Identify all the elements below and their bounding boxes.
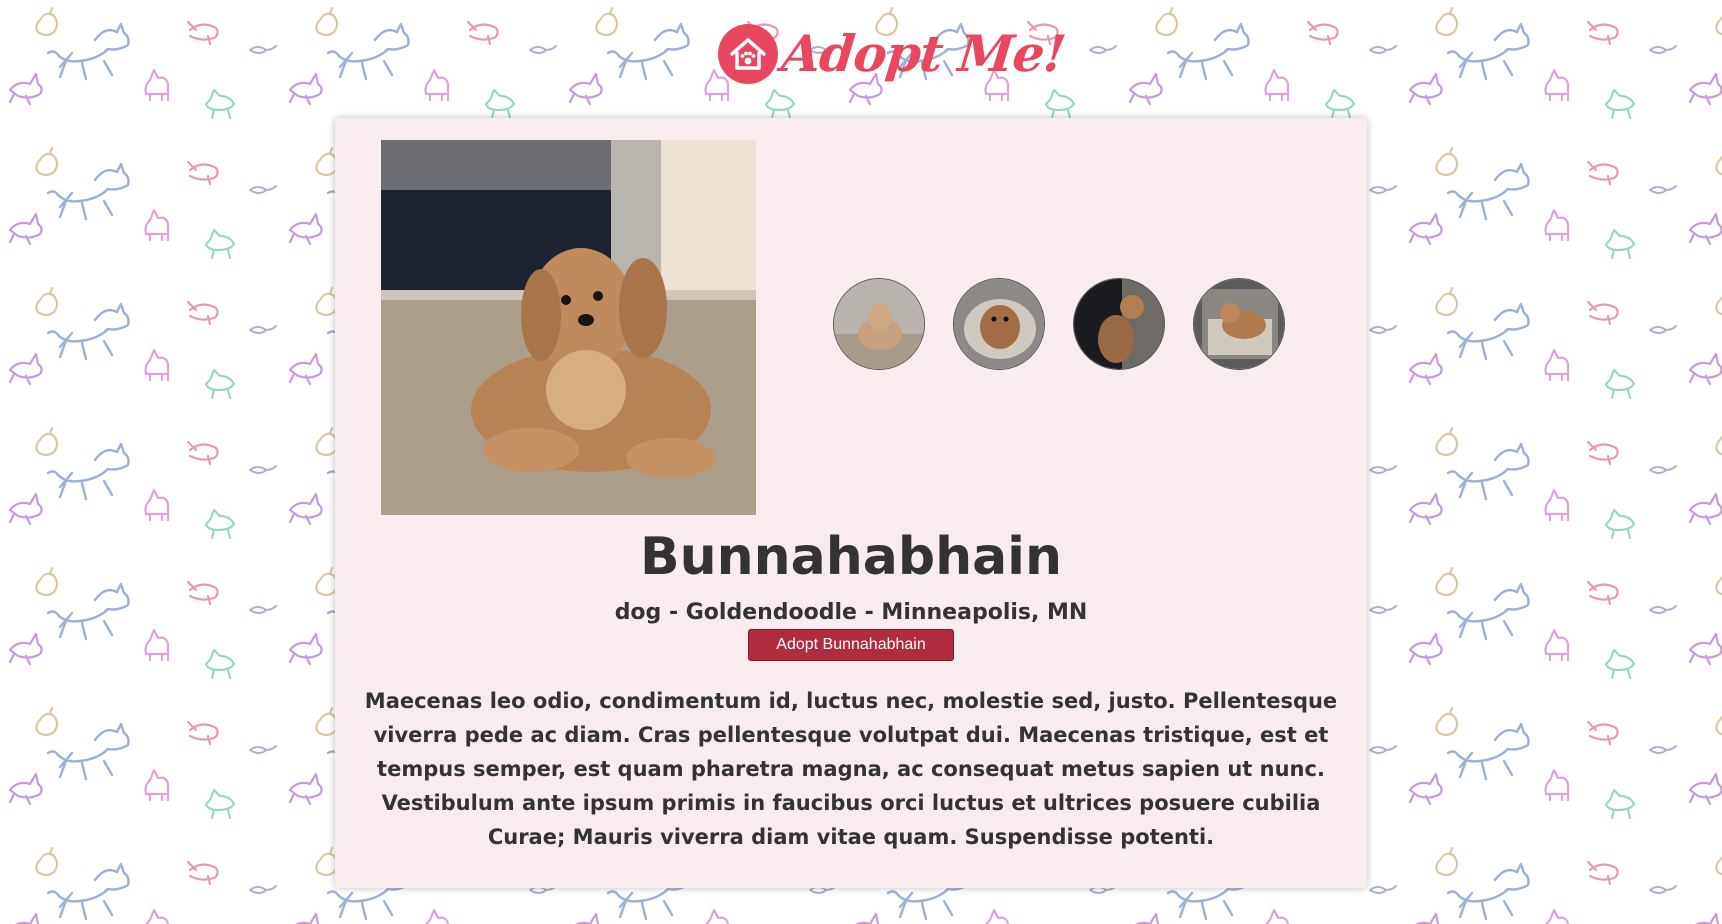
thumbnail-3[interactable] [1073,278,1165,370]
thumbnail-1[interactable] [833,278,925,370]
hero-pet-photo [381,140,756,515]
photo-thumbnails [833,278,1285,370]
site-header: Adopt Me! [0,0,1722,110]
logo-text: Adopt Me! [778,24,1068,83]
house-paw-icon [718,24,778,84]
home-logo-link[interactable]: Adopt Me! [718,24,1068,84]
adopt-button[interactable]: Adopt Bunnahabhain [748,629,954,661]
pet-name: Bunnahabhain [639,527,1063,587]
pet-meta: dog - Goldendoodle - Minneapolis, MN [614,600,1088,625]
thumbnail-2[interactable] [953,278,1045,370]
pet-details-card: Bunnahabhain dog - Goldendoodle - Minnea… [335,118,1367,888]
thumbnail-4[interactable] [1193,278,1285,370]
pet-description: Maecenas leo odio, condimentum id, luctu… [364,689,1338,849]
